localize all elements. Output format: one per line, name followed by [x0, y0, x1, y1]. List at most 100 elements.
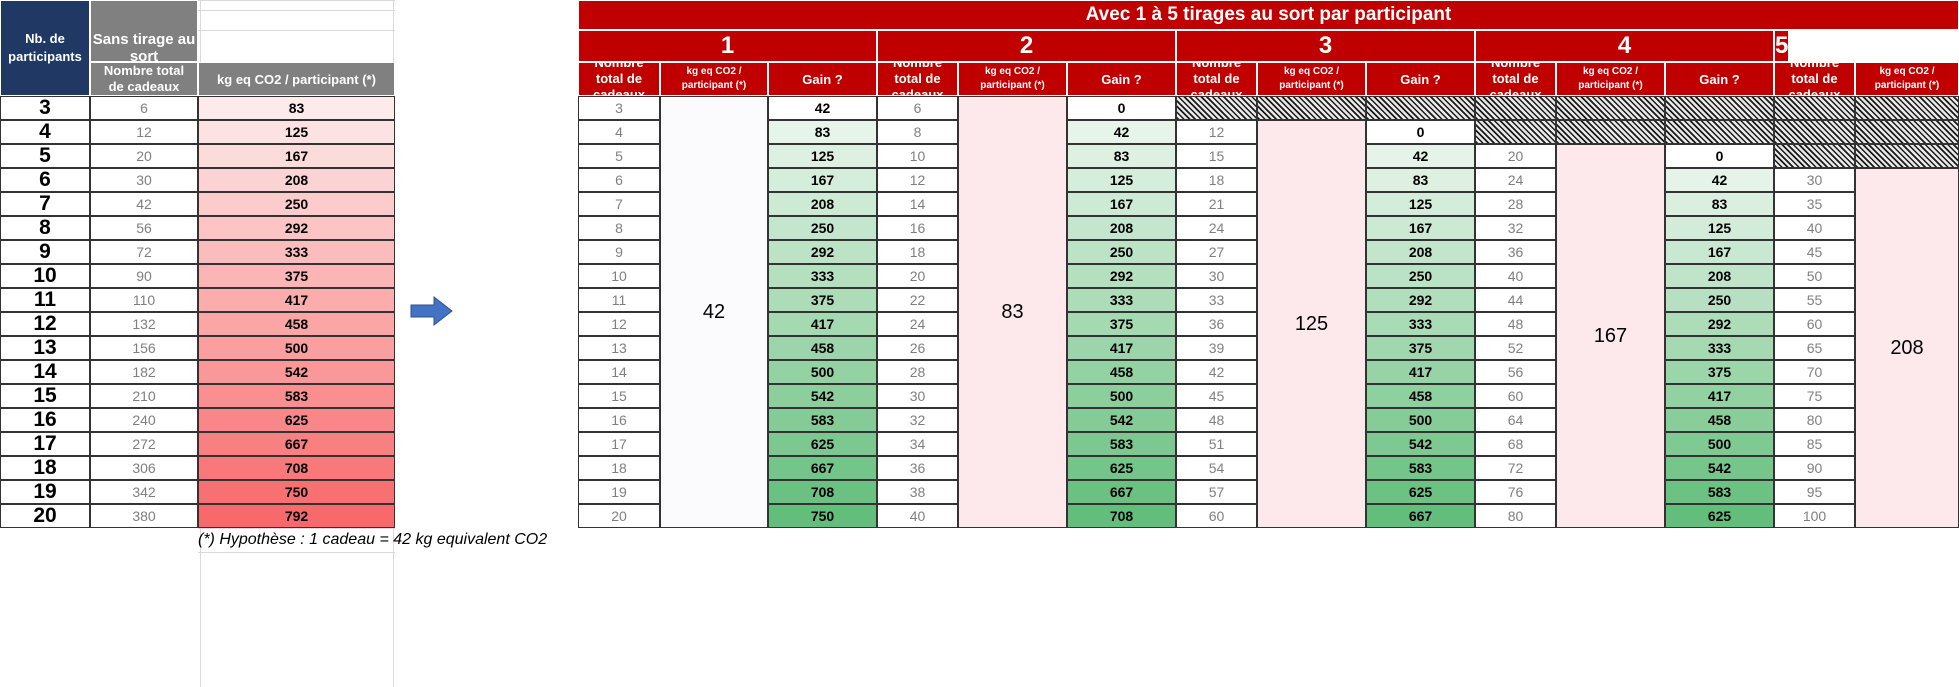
total-gifts-cell: 380: [90, 504, 198, 528]
gain-cell: 250: [1067, 240, 1176, 264]
group-total-gifts-cell: 42: [1176, 360, 1257, 384]
group-total-gifts-cell: 28: [877, 360, 958, 384]
hatched-cell: [1855, 120, 1959, 144]
hatched-cell: [1774, 144, 1855, 168]
gain-cell: 125: [1665, 216, 1774, 240]
total-gifts-cell: 12: [90, 120, 198, 144]
kg-per-participant-cell: 458: [198, 312, 395, 336]
group-total-gifts-cell: 85: [1774, 432, 1855, 456]
group-total-gifts-cell: 32: [877, 408, 958, 432]
participants-header: Nb. de participants: [0, 0, 90, 96]
participant-count: 5: [0, 144, 90, 168]
gain-cell: 417: [1665, 384, 1774, 408]
gain-cell: 667: [1366, 504, 1475, 528]
group-total-gifts-cell: 45: [1176, 384, 1257, 408]
kg-per-participant-cell: 333: [198, 240, 395, 264]
group-total-gifts-cell: 11: [578, 288, 660, 312]
group-total-gifts-cell: 50: [1774, 264, 1855, 288]
group-total-gifts-cell: 95: [1774, 480, 1855, 504]
col-nombre-total-header: Nombre total de cadeaux: [1176, 62, 1257, 96]
total-gifts-cell: 20: [90, 144, 198, 168]
group-total-gifts-cell: 4: [578, 120, 660, 144]
gain-cell: 458: [768, 336, 877, 360]
group-total-gifts-cell: 15: [578, 384, 660, 408]
gain-cell: 333: [1067, 288, 1176, 312]
group-total-gifts-cell: 44: [1475, 288, 1556, 312]
col-gain-header: Gain ?: [1067, 62, 1176, 96]
kg-per-participant-cell: 167: [198, 144, 395, 168]
group-total-gifts-cell: 72: [1475, 456, 1556, 480]
col-kg-header: kg eq CO2 / participant (*): [660, 62, 768, 96]
gain-cell: 667: [1067, 480, 1176, 504]
participant-count: 20: [0, 504, 90, 528]
kg-per-participant-cell: 500: [198, 336, 395, 360]
group-total-gifts-cell: 54: [1176, 456, 1257, 480]
gain-cell: 167: [1665, 240, 1774, 264]
hatched-cell: [1665, 120, 1774, 144]
group-total-gifts-cell: 30: [1176, 264, 1257, 288]
participant-count: 8: [0, 216, 90, 240]
group-total-gifts-cell: 18: [877, 240, 958, 264]
group-total-gifts-cell: 60: [1475, 384, 1556, 408]
kg-per-participant-cell: 83: [198, 96, 395, 120]
kg-per-participant-merged-cell: 83: [958, 96, 1067, 528]
col-gain-header: Gain ?: [768, 62, 877, 96]
kg-per-participant-cell: 417: [198, 288, 395, 312]
total-gifts-cell: 240: [90, 408, 198, 432]
footnote: (*) Hypothèse : 1 cadeau = 42 kg equival…: [198, 531, 548, 548]
col-kg-header: kg eq CO2 / participant (*): [198, 62, 395, 96]
hatched-cell: [1176, 96, 1257, 120]
col-nombre-total-header: Nombre total de cadeaux: [877, 62, 958, 96]
gain-cell: 333: [1366, 312, 1475, 336]
group-total-gifts-cell: 51: [1176, 432, 1257, 456]
participant-count: 10: [0, 264, 90, 288]
participant-count: 18: [0, 456, 90, 480]
group-total-gifts-cell: 24: [1475, 168, 1556, 192]
group-total-gifts-cell: 33: [1176, 288, 1257, 312]
gain-cell: 83: [1665, 192, 1774, 216]
group-total-gifts-cell: 28: [1475, 192, 1556, 216]
gain-cell: 542: [1665, 456, 1774, 480]
total-gifts-cell: 132: [90, 312, 198, 336]
group-total-gifts-cell: 21: [1176, 192, 1257, 216]
col-nombre-total-header: Nombre total de cadeaux: [578, 62, 660, 96]
col-nombre-total-header: Nombre total de cadeaux: [1774, 62, 1855, 96]
group-total-gifts-cell: 8: [578, 216, 660, 240]
participant-count: 14: [0, 360, 90, 384]
gain-cell: 542: [1067, 408, 1176, 432]
total-gifts-cell: 42: [90, 192, 198, 216]
gain-cell: 500: [1067, 384, 1176, 408]
gain-cell: 625: [1366, 480, 1475, 504]
gain-cell: 625: [1665, 504, 1774, 528]
col-kg-header: kg eq CO2 / participant (*): [1257, 62, 1366, 96]
gain-cell: 542: [1366, 432, 1475, 456]
group-total-gifts-cell: 39: [1176, 336, 1257, 360]
group-total-gifts-cell: 22: [877, 288, 958, 312]
participant-count: 15: [0, 384, 90, 408]
gain-cell: 167: [1067, 192, 1176, 216]
group-total-gifts-cell: 8: [877, 120, 958, 144]
hatched-cell: [1855, 144, 1959, 168]
participant-count: 19: [0, 480, 90, 504]
group-total-gifts-cell: 45: [1774, 240, 1855, 264]
gain-cell: 417: [1067, 336, 1176, 360]
gain-cell: 83: [1067, 144, 1176, 168]
group-header-3: 3: [1176, 30, 1475, 62]
gain-cell: 333: [1665, 336, 1774, 360]
gain-cell: 292: [768, 240, 877, 264]
gain-cell: 208: [768, 192, 877, 216]
kg-per-participant-merged-cell: 167: [1556, 144, 1665, 528]
gain-cell: 542: [768, 384, 877, 408]
gain-cell: 625: [768, 432, 877, 456]
group-total-gifts-cell: 36: [1176, 312, 1257, 336]
group-header-5: 5: [1774, 30, 1790, 62]
group-total-gifts-cell: 40: [1774, 216, 1855, 240]
kg-per-participant-cell: 708: [198, 456, 395, 480]
hatched-cell: [1475, 120, 1556, 144]
participant-count: 11: [0, 288, 90, 312]
group-total-gifts-cell: 27: [1176, 240, 1257, 264]
avec-tirages-header: Avec 1 à 5 tirages au sort par participa…: [578, 0, 1959, 30]
total-gifts-cell: 272: [90, 432, 198, 456]
gain-cell: 458: [1665, 408, 1774, 432]
group-total-gifts-cell: 100: [1774, 504, 1855, 528]
